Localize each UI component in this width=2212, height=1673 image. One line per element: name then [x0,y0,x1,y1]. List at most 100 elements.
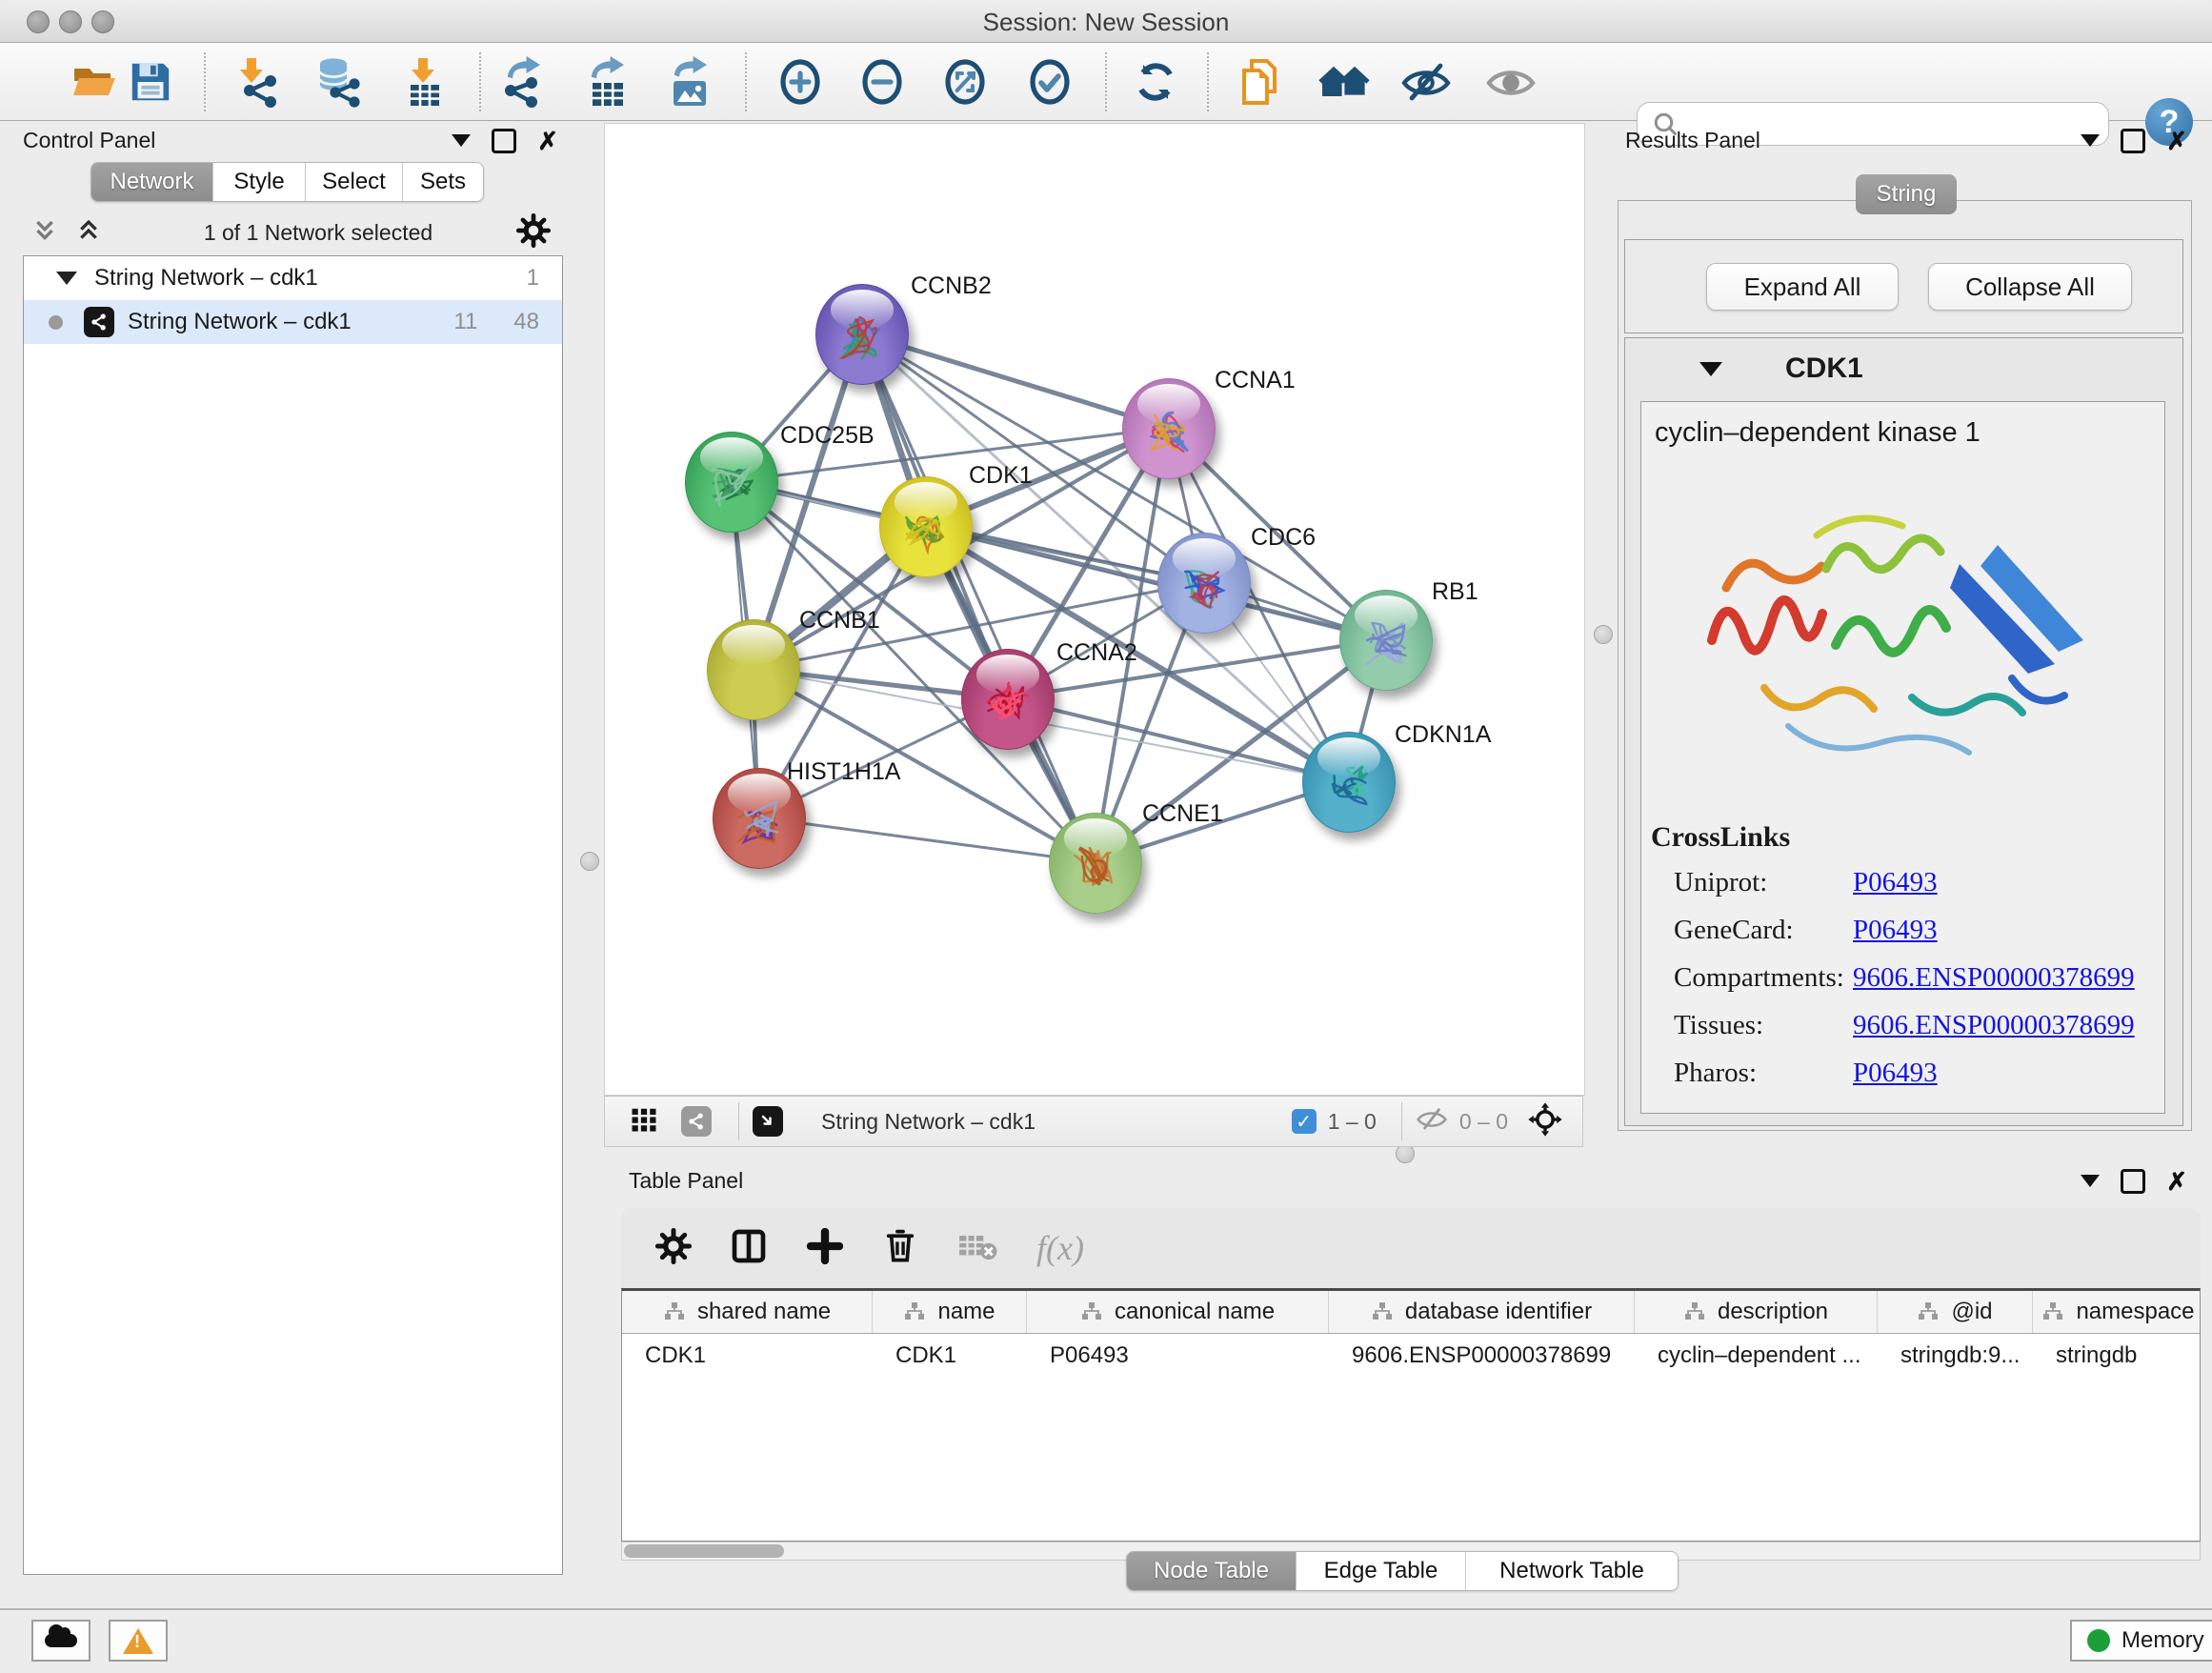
node-CDC6[interactable] [1157,533,1251,634]
tab-string[interactable]: String [1856,174,1957,214]
birds-eye-toggle[interactable] [753,1106,783,1137]
table-cell[interactable]: stringdb [2033,1342,2201,1369]
panel-menu-icon[interactable] [2081,134,2100,147]
delete-column-icon[interactable] [882,1227,918,1270]
import-network-from-database-button[interactable] [312,55,365,109]
node-CCNE1[interactable] [1049,813,1142,914]
zoom-out-button[interactable] [855,55,909,109]
hide-selected-button[interactable] [1399,55,1453,109]
section-expander-icon[interactable] [1699,362,1722,376]
zoom-selected-icon [1025,57,1075,107]
node-CDK1[interactable] [879,476,973,577]
network-options-gear-icon[interactable] [516,213,551,252]
export-network-button[interactable] [496,55,550,109]
crosslink-link[interactable]: 9606.ENSP00000378699 [1853,1010,2135,1041]
import-network-button[interactable] [231,55,285,109]
home-view-button[interactable] [1317,55,1371,109]
tab-sets[interactable]: Sets [403,163,483,201]
expand-all-networks-icon[interactable] [76,217,101,249]
network-collection-row[interactable]: String Network – cdk1 1 [24,256,562,300]
node-CCNA2[interactable] [961,649,1055,750]
crosslink-link[interactable]: 9606.ENSP00000378699 [1853,962,2135,994]
panel-float-icon[interactable] [2121,129,2145,153]
selected-checkbox[interactable]: ✓ [1292,1109,1317,1134]
table-cell[interactable]: cyclin–dependent ... [1635,1342,1878,1369]
table-row[interactable]: CDK1CDK1P064939606.ENSP00000378699cyclin… [622,1334,2200,1378]
table-options-gear-icon[interactable] [655,1228,692,1269]
open-session-button[interactable] [69,55,122,109]
network-view-icon[interactable] [681,1106,712,1137]
show-all-button[interactable] [1484,55,1538,109]
node-table[interactable]: shared namenamecanonical namedatabase id… [621,1288,2201,1542]
crosslink-link[interactable]: P06493 [1853,1058,1938,1089]
collapse-all-networks-icon[interactable] [32,217,57,249]
hidden-counts: 0 – 0 [1459,1109,1508,1135]
node-CDC25B[interactable] [685,432,778,533]
panel-menu-icon[interactable] [452,134,471,147]
annotations-button[interactable] [1233,55,1286,109]
network-row-selected[interactable]: String Network – cdk1 11 48 [24,300,562,344]
panel-menu-icon[interactable] [2081,1175,2100,1187]
column-header-canonical-name[interactable]: canonical name [1027,1291,1329,1333]
export-table-icon [581,56,633,108]
expand-all-button[interactable]: Expand All [1706,263,1899,311]
table-cell[interactable]: CDK1 [622,1342,873,1369]
table-cell[interactable]: P06493 [1027,1342,1329,1369]
show-columns-icon[interactable] [730,1227,768,1270]
divider [1401,1102,1402,1140]
table-cell[interactable]: CDK1 [873,1342,1027,1369]
network-canvas[interactable]: CCNB2CCNA1CDC25BCDK1CDC6RB1CCNB1CCNA2CDK… [604,123,1585,1096]
panel-float-icon[interactable] [492,129,516,153]
crosslink-row: Tissues:9606.ENSP00000378699 [1651,1010,2135,1041]
zoom-selected-button[interactable] [1023,55,1076,109]
save-session-button[interactable] [124,55,177,109]
crosslink-link[interactable]: P06493 [1853,915,1938,946]
crosslink-label: Pharos: [1674,1058,1853,1089]
table-cell[interactable]: 9606.ENSP00000378699 [1329,1342,1635,1369]
collection-expander-icon[interactable] [56,272,77,285]
column-header-name[interactable]: name [873,1291,1027,1333]
node-CCNA1[interactable] [1122,378,1216,479]
zoom-in-button[interactable] [774,55,827,109]
memory-button[interactable]: Memory [2070,1620,2212,1662]
column-type-icon [1371,1301,1394,1322]
tab-edge-table[interactable]: Edge Table [1297,1552,1466,1590]
table-cell[interactable]: stringdb:9... [1878,1342,2033,1369]
tab-select[interactable]: Select [306,163,403,201]
crosslink-link[interactable]: P06493 [1853,867,1938,898]
column-header-namespace[interactable]: namespace [2033,1291,2201,1333]
node-CCNB2[interactable] [815,284,909,385]
import-table-button[interactable] [398,55,452,109]
protein-thumbnail-icon [1357,615,1415,673]
node-RB1[interactable] [1339,590,1433,691]
scrollbar-thumb[interactable] [624,1544,784,1558]
tab-node-table[interactable]: Node Table [1127,1552,1297,1590]
panel-close-icon[interactable]: ✗ [537,131,558,151]
left-splitter-handle[interactable] [580,852,599,871]
column-header-database-identifier[interactable]: database identifier [1329,1291,1635,1333]
edge-HIST1H1A-CCNE1[interactable] [758,817,1095,862]
grid-view-icon[interactable] [630,1105,658,1139]
column-header-@id[interactable]: @id [1878,1291,2033,1333]
node-CDKN1A[interactable] [1302,732,1396,833]
tab-network-table[interactable]: Network Table [1466,1552,1678,1590]
export-image-button[interactable] [663,55,716,109]
column-header-shared-name[interactable]: shared name [622,1291,873,1333]
column-header-description[interactable]: description [1635,1291,1878,1333]
panel-float-icon[interactable] [2121,1169,2145,1194]
panel-close-icon[interactable]: ✗ [2166,131,2187,151]
cloud-status-button[interactable] [31,1620,90,1662]
node-CCNB1[interactable] [707,619,800,720]
fit-content-button[interactable] [938,55,992,109]
warnings-button[interactable] [109,1620,168,1662]
pan-crosshair-icon[interactable] [1527,1101,1563,1142]
tab-style[interactable]: Style [213,163,306,201]
apply-layout-button[interactable] [1129,55,1182,109]
zoom-out-icon [857,57,907,107]
export-table-button[interactable] [580,55,633,109]
panel-close-icon[interactable]: ✗ [2166,1172,2187,1191]
collapse-all-button[interactable]: Collapse All [1928,263,2132,311]
cdk1-section-header[interactable]: CDK1 [1625,338,2182,399]
tab-network[interactable]: Network [91,163,213,201]
add-column-icon[interactable] [806,1227,844,1270]
